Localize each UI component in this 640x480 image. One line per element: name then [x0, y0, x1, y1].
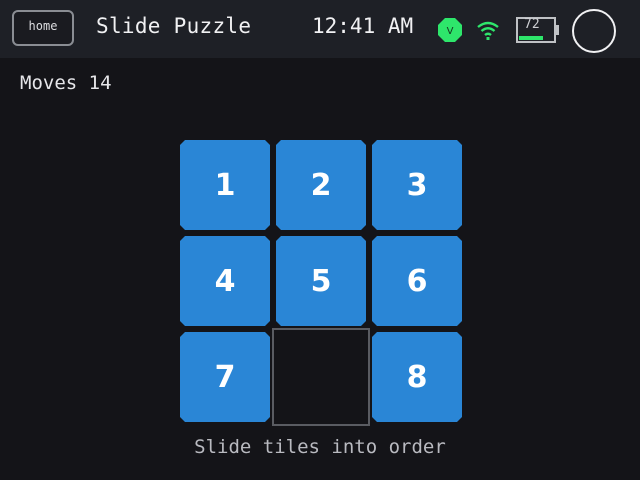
puzzle-tile[interactable]: 3 — [372, 140, 462, 230]
home-button[interactable]: home — [12, 10, 74, 46]
puzzle-tile[interactable]: 5 — [276, 236, 366, 326]
moves-counter: Moves 14 — [20, 72, 112, 94]
empty-slot — [272, 328, 370, 426]
vpn-badge-text: V — [447, 26, 454, 37]
battery-level: 72 — [524, 17, 540, 32]
top-bar: home Slide Puzzle 12:41 AM V 72 — [0, 0, 640, 58]
hint-text: Slide tiles into order — [194, 436, 446, 458]
moves-count: 14 — [88, 72, 112, 94]
moves-label: Moves — [20, 72, 78, 94]
app-title: Slide Puzzle — [96, 14, 252, 38]
puzzle-tile[interactable]: 4 — [180, 236, 270, 326]
wifi-icon — [477, 21, 499, 40]
puzzle-tile[interactable]: 2 — [276, 140, 366, 230]
power-circle-icon[interactable] — [572, 9, 616, 53]
puzzle-tile[interactable]: 6 — [372, 236, 462, 326]
puzzle-board: 1 2 3 4 5 6 7 8 — [180, 140, 462, 426]
vpn-icon: V — [438, 18, 462, 42]
puzzle-tile[interactable]: 7 — [180, 332, 270, 422]
puzzle-tile[interactable]: 8 — [372, 332, 462, 422]
clock: 12:41 AM — [312, 14, 414, 38]
puzzle-tile[interactable]: 1 — [180, 140, 270, 230]
